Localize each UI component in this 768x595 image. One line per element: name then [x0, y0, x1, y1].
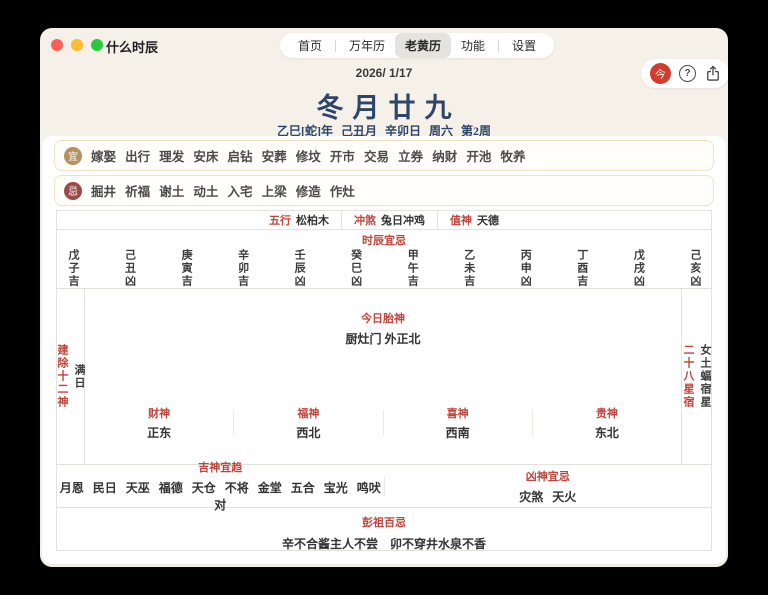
zhishen-value: 天德: [477, 215, 499, 227]
auspicious-items: 嫁娶 出行 理发 安床 启钻 安葬 修坟 开市 交易 立券 纳财 开池 牧养: [91, 150, 526, 164]
hour-column: 戊子吉: [67, 249, 79, 288]
jianchu-label: 建除十二神: [56, 344, 68, 409]
tab-settings[interactable]: 设置: [502, 33, 546, 58]
hourly-luck-columns: 戊子吉 己丑凶 庚寅吉 辛卯吉 壬辰凶 癸巳凶 甲午吉 乙未吉 丙申凶 丁酉吉 …: [57, 248, 711, 288]
middle-section: 建除十二神 满日 今日胎神 厨灶门 外正北 财神 正东 福神 西北 喜神 西南 …: [56, 289, 711, 465]
chongsha-label: 冲煞: [354, 215, 376, 227]
auspicious-gods-list: 月恩 民日 天巫 福德 天仓 不将 金堂 五合 宝光 鸣吠对: [59, 481, 381, 512]
hour-column: 己丑凶: [123, 249, 136, 288]
inauspicious-row: 忌 掘井 祈福 谢土 动土 入宅 上梁 修造 作灶: [54, 175, 714, 206]
main-nav: 首页 万年历 老黄历 功能 设置: [280, 33, 555, 58]
hourly-luck-title: 时辰宜忌: [362, 235, 406, 247]
hour-column: 壬辰凶: [293, 249, 306, 288]
direction-gods-row: 财神 正东 福神 西北 喜神 西南 贵神 东北: [85, 405, 681, 441]
close-window-button[interactable]: [51, 39, 63, 51]
middle-center: 今日胎神 厨灶门 外正北 财神 正东 福神 西北 喜神 西南 贵神 东北: [85, 289, 681, 464]
traffic-lights: [51, 39, 103, 51]
lunar-day-title: 冬月廿九: [316, 93, 461, 123]
nav-divider: [335, 39, 337, 52]
xingxiu-label: 二十八星宿: [682, 344, 694, 409]
hour-column: 丙申凶: [519, 249, 532, 288]
ji-badge-icon: 忌: [64, 181, 82, 200]
hour-column: 癸巳凶: [349, 249, 362, 288]
inauspicious-gods-list: 灾煞 天火: [519, 489, 577, 504]
auspicious-row: 宜 嫁娶 出行 理发 安床 启钻 安葬 修坟 开市 交易 立券 纳财 开池 牧养: [54, 140, 714, 171]
auspicious-gods-block: 吉神宜趋 月恩 民日 天巫 福德 天仓 不将 金堂 五合 宝光 鸣吠对: [57, 459, 384, 513]
wuxing-value: 松柏木: [296, 215, 329, 227]
god-joy: 喜神 西南: [384, 405, 532, 441]
god-joy-value: 西南: [445, 426, 470, 440]
hour-column: 戊戌凶: [632, 249, 645, 288]
god-wealth-value: 正东: [147, 426, 172, 440]
god-noble-value: 东北: [594, 426, 619, 440]
tab-almanac[interactable]: 老黄历: [395, 33, 452, 58]
yi-badge-icon: 宜: [64, 146, 82, 165]
pengzu-value: 辛不合酱主人不尝 卯不穿井水泉不香: [281, 537, 486, 551]
nav-divider: [498, 39, 500, 52]
xingxiu-value: 女土蝠宿星: [699, 344, 711, 409]
zhishen-attribute: 值神 天德: [437, 211, 511, 229]
almanac-card: 宜 嫁娶 出行 理发 安床 启钻 安葬 修坟 开市 交易 立券 纳财 开池 牧养…: [42, 136, 726, 564]
hour-column: 庚寅吉: [180, 249, 193, 288]
zoom-window-button[interactable]: [91, 39, 103, 51]
chongsha-value: 兔日冲鸡: [381, 215, 425, 227]
god-wealth: 财神 正东: [85, 405, 233, 441]
zhishen-label: 值神: [450, 215, 472, 227]
hour-column: 己亥凶: [688, 249, 701, 288]
almanac-table: 五行 松柏木 冲煞 兔日冲鸡 值神 天德 时辰宜忌 戊子吉 己丑凶 庚寅吉 辛卯…: [56, 210, 712, 551]
xingxiu-column: 二十八星宿 女土蝠宿星: [681, 289, 711, 464]
god-fortune: 福神 西北: [234, 405, 382, 441]
tab-features[interactable]: 功能: [451, 33, 495, 58]
inauspicious-gods-title: 凶神宜忌: [525, 470, 570, 483]
tab-perpetual-calendar[interactable]: 万年历: [339, 33, 395, 58]
god-wealth-label: 财神: [148, 408, 171, 420]
hour-column: 甲午吉: [406, 249, 419, 288]
wuxing-label: 五行: [269, 215, 291, 227]
god-noble: 贵神 东北: [533, 405, 681, 441]
taishen-value: 厨灶门 外正北: [345, 332, 421, 346]
god-fortune-label: 福神: [297, 408, 320, 420]
minimize-window-button[interactable]: [71, 39, 83, 51]
hour-column: 辛卯吉: [236, 249, 249, 288]
gods-lists-row: 吉神宜趋 月恩 民日 天巫 福德 天仓 不将 金堂 五合 宝光 鸣吠对 凶神宜忌…: [57, 462, 712, 512]
taishen-block: 今日胎神 厨灶门 外正北: [85, 310, 681, 347]
hour-column: 乙未吉: [462, 249, 475, 288]
inauspicious-items: 掘井 祈福 谢土 动土 入宅 上梁 修造 作灶: [91, 185, 355, 199]
jianchu-column: 建除十二神 满日: [56, 289, 85, 464]
gregorian-date: 2026/ 1/17: [355, 66, 413, 80]
wuxing-attribute: 五行 松柏木: [257, 211, 341, 229]
pengzu-block: 彭祖百忌 辛不合酱主人不尝 卯不穿井水泉不香: [57, 508, 711, 552]
tab-home[interactable]: 首页: [288, 33, 332, 58]
hourly-luck-section: 时辰宜忌 戊子吉 己丑凶 庚寅吉 辛卯吉 壬辰凶 癸巳凶 甲午吉 乙未吉 丙申凶…: [57, 232, 711, 289]
hour-column: 丁酉吉: [575, 249, 588, 288]
app-window: 什么时辰 首页 万年历 老黄历 功能 设置 今 ? 2026/ 1/17 冬月廿…: [40, 28, 728, 567]
god-noble-label: 贵神: [595, 408, 618, 420]
attributes-row: 五行 松柏木 冲煞 兔日冲鸡 值神 天德: [57, 211, 711, 230]
god-fortune-value: 西北: [296, 426, 321, 440]
app-title: 什么时辰: [106, 40, 159, 55]
chongsha-attribute: 冲煞 兔日冲鸡: [341, 211, 437, 229]
god-joy-label: 喜神: [446, 408, 469, 420]
pengzu-title: 彭祖百忌: [362, 517, 406, 529]
inauspicious-gods-block: 凶神宜忌 灾煞 天火: [385, 468, 712, 505]
taishen-title: 今日胎神: [361, 313, 405, 325]
